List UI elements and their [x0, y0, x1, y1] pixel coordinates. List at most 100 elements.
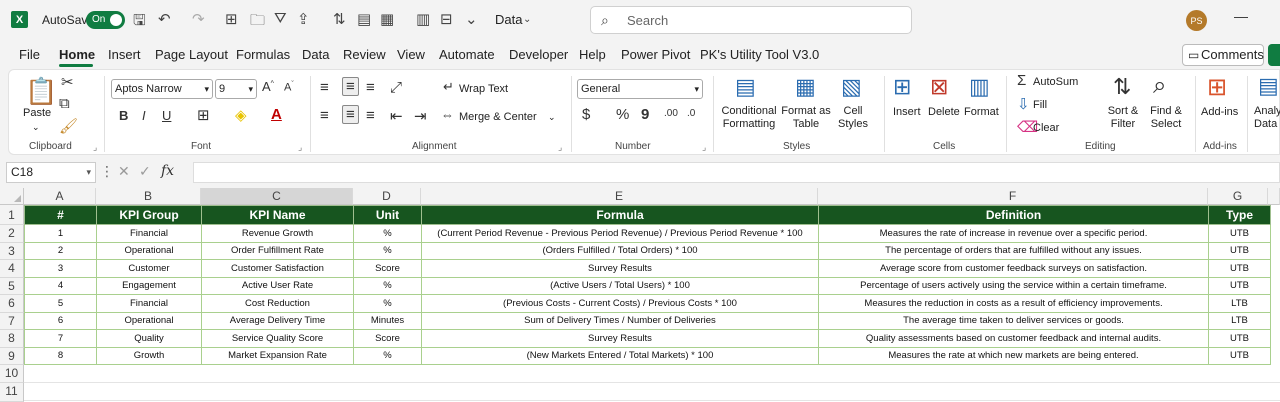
header-cell-definition[interactable]: Definition: [818, 205, 1209, 225]
cell-kpi-group[interactable]: Financial: [96, 294, 202, 313]
avatar[interactable]: PS: [1186, 10, 1207, 31]
column-header-f[interactable]: F: [818, 188, 1208, 205]
cell-definition[interactable]: The average time taken to deliver servic…: [818, 311, 1209, 330]
cut-icon[interactable]: ✂: [61, 73, 74, 91]
search-box[interactable]: ⌕ Search: [590, 6, 912, 34]
find-select-button[interactable]: Find & Select: [1143, 105, 1189, 131]
cell-formula[interactable]: Survey Results: [421, 329, 819, 348]
cell-definition[interactable]: The percentage of orders that are fulfil…: [818, 241, 1209, 260]
analyze-data-icon[interactable]: ▤: [1258, 73, 1279, 99]
name-box[interactable]: C18 ▾: [6, 162, 96, 183]
header-cell-formula[interactable]: Formula: [421, 205, 819, 225]
cell-kpi-name[interactable]: Active User Rate: [201, 276, 354, 295]
cell-number[interactable]: 7: [24, 329, 97, 348]
cell-definition[interactable]: Quality assessments based on customer fe…: [818, 329, 1209, 348]
comma-icon[interactable]: 9: [641, 106, 649, 123]
cell-number[interactable]: 8: [24, 346, 97, 365]
column-header-g[interactable]: G: [1208, 188, 1268, 205]
row-header-9[interactable]: 9: [0, 347, 24, 365]
tab-pk-utility-tool[interactable]: PK's Utility Tool V3.0: [700, 47, 819, 62]
cell-kpi-name[interactable]: Service Quality Score: [201, 329, 354, 348]
find-select-icon[interactable]: ⌕: [1153, 72, 1166, 100]
cell-number[interactable]: 2: [24, 241, 97, 260]
cell-kpi-name[interactable]: Market Expansion Rate: [201, 346, 354, 365]
column-header-e[interactable]: E: [421, 188, 818, 205]
more-qat-icon[interactable]: ⌄: [465, 10, 478, 28]
merge-icon[interactable]: ⇔: [441, 107, 454, 122]
cell-type[interactable]: UTB: [1208, 346, 1271, 365]
cell-kpi-name[interactable]: Cost Reduction: [201, 294, 354, 313]
cell-styles-button[interactable]: Cell Styles: [832, 105, 874, 131]
cell-unit[interactable]: %: [353, 276, 422, 295]
tab-page-layout[interactable]: Page Layout: [155, 47, 228, 62]
cell-formula[interactable]: Sum of Delivery Times / Number of Delive…: [421, 311, 819, 330]
cell-number[interactable]: 3: [24, 259, 97, 278]
align-left-icon[interactable]: ≡: [320, 107, 329, 124]
delete-button[interactable]: Delete: [928, 106, 960, 119]
font-name-combo[interactable]: Aptos Narrow ▾: [111, 79, 213, 99]
format-painter-icon[interactable]: 🖌: [59, 117, 78, 135]
analyze-data-button[interactable]: Analy Data: [1254, 105, 1280, 131]
cell-number[interactable]: 1: [24, 224, 97, 243]
cell-formula[interactable]: (Active Users / Total Users) * 100: [421, 276, 819, 295]
format-button[interactable]: Format: [964, 106, 999, 119]
tab-developer[interactable]: Developer: [509, 47, 568, 62]
borders-icon[interactable]: ⊞: [197, 106, 210, 124]
column-header-h[interactable]: [1268, 188, 1280, 205]
cell-kpi-group[interactable]: Growth: [96, 346, 202, 365]
font-color-icon[interactable]: A: [271, 106, 282, 123]
sort-filter-icon[interactable]: ⇅: [1113, 74, 1131, 100]
save-icon[interactable]: 🖫: [133, 10, 146, 35]
paste-icon[interactable]: 📋: [25, 76, 57, 107]
format-cells-icon[interactable]: ▥: [969, 74, 990, 100]
cell-kpi-name[interactable]: Revenue Growth: [201, 224, 354, 243]
cell-definition[interactable]: Measures the reduction in costs as a res…: [818, 294, 1209, 313]
column-header-a[interactable]: A: [24, 188, 96, 205]
cell-number[interactable]: 6: [24, 311, 97, 330]
tab-formulas[interactable]: Formulas: [236, 47, 290, 62]
cell-definition[interactable]: Percentage of users actively using the s…: [818, 276, 1209, 295]
clear-button[interactable]: Clear: [1033, 122, 1059, 135]
cell-formula[interactable]: (New Markets Entered / Total Markets) * …: [421, 346, 819, 365]
wrap-text-icon[interactable]: ↵: [443, 79, 454, 95]
orientation-icon[interactable]: ⤢: [390, 79, 402, 96]
header-cell-kpi-group[interactable]: KPI Group: [96, 205, 202, 225]
column-header-b[interactable]: B: [96, 188, 201, 205]
cell-kpi-group[interactable]: Operational: [96, 311, 202, 330]
decrease-indent-icon[interactable]: ⇤: [390, 107, 403, 125]
chevron-down-icon[interactable]: ⌄: [523, 14, 531, 25]
add-ins-button[interactable]: Add-ins: [1201, 106, 1238, 119]
cell-type[interactable]: UTB: [1208, 276, 1271, 295]
cell-formula[interactable]: (Previous Costs - Current Costs) / Previ…: [421, 294, 819, 313]
column-header-c[interactable]: C: [201, 188, 353, 205]
tab-power-pivot[interactable]: Power Pivot: [621, 47, 690, 62]
cell-unit[interactable]: %: [353, 294, 422, 313]
add-ins-icon[interactable]: ⊞: [1207, 73, 1227, 102]
tab-view[interactable]: View: [397, 47, 425, 62]
wrap-text-button[interactable]: Wrap Text: [459, 83, 508, 96]
chevron-down-icon[interactable]: ⌄: [548, 111, 556, 124]
number-launcher-icon[interactable]: ⌟: [702, 142, 706, 153]
conditional-formatting-icon[interactable]: ▤: [735, 74, 756, 100]
fill-icon[interactable]: ⇩: [1017, 95, 1030, 113]
tab-file[interactable]: File: [19, 47, 40, 62]
cell-number[interactable]: 5: [24, 294, 97, 313]
currency-icon[interactable]: $: [582, 106, 590, 123]
filter-icon[interactable]: ⛛: [274, 10, 287, 27]
column-header-d[interactable]: D: [353, 188, 421, 205]
row-header-6[interactable]: 6: [0, 295, 24, 313]
header-cell-type[interactable]: Type: [1208, 205, 1271, 225]
cell-styles-icon[interactable]: ▧: [841, 74, 862, 100]
cell-kpi-name[interactable]: Order Fulfillment Rate: [201, 241, 354, 260]
cell-kpi-group[interactable]: Operational: [96, 241, 202, 260]
row-header-11[interactable]: 11: [0, 382, 24, 402]
fill-button[interactable]: Fill: [1033, 99, 1047, 112]
cell-definition[interactable]: Measures the rate of increase in revenue…: [818, 224, 1209, 243]
align-top-icon[interactable]: ≡: [320, 79, 329, 96]
font-launcher-icon[interactable]: ⌟: [298, 142, 302, 153]
delete-cells-icon[interactable]: ⊠: [930, 74, 948, 100]
minimize-icon[interactable]: —: [1234, 8, 1248, 24]
cell-unit[interactable]: Score: [353, 259, 422, 278]
row-header-10[interactable]: 10: [0, 365, 24, 383]
autosum-button[interactable]: AutoSum: [1033, 76, 1078, 89]
